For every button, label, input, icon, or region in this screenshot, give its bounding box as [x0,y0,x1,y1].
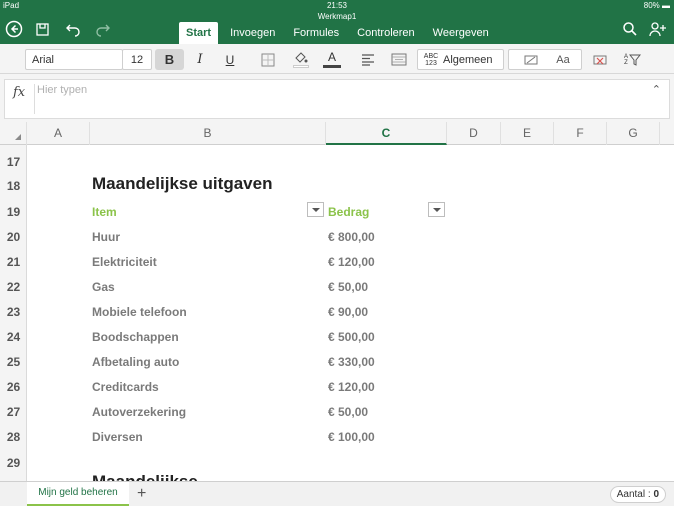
sort-filter-icon[interactable]: A Z [620,49,644,70]
select-all-triangle [15,134,21,140]
tab-formules[interactable]: Formules [287,22,345,44]
sheet-grid[interactable]: Maandelijkse uitgaven Item Bedrag Huur €… [27,145,674,481]
table-row-amount[interactable]: € 120,00 [328,380,375,394]
table-row-amount[interactable]: € 800,00 [328,230,375,244]
row-header-18[interactable]: 18 [0,179,26,193]
row-header-23[interactable]: 23 [0,305,26,319]
column-headers: A B C D E F G [0,122,674,145]
cell-style-icon [520,54,542,66]
cell-styles-box[interactable]: Aa [508,49,582,70]
next-table-title[interactable]: Maandelijkse... [92,472,212,481]
row-header-29[interactable]: 29 [0,456,26,470]
row-header-27[interactable]: 27 [0,405,26,419]
fill-color-icon[interactable] [290,49,312,70]
header-item[interactable]: Item [92,205,117,219]
tab-invoegen[interactable]: Invoegen [224,22,281,44]
table-row-item[interactable]: Creditcards [92,380,159,394]
font-name-box[interactable]: Arial [25,49,123,70]
table-row-amount[interactable]: € 120,00 [328,255,375,269]
fx-label: fx [13,85,26,100]
row-header-19[interactable]: 19 [0,205,26,219]
sheet-tab-bar: Mijn geld beheren + Aantal : 0 [0,481,674,506]
bold-button[interactable]: B [155,49,184,70]
delete-cells-icon[interactable] [590,49,610,70]
save-icon[interactable] [33,19,53,39]
excel-app: iPad 21:53 80% ▬ Werkmap1 Start Invoegen… [0,0,674,506]
column-header-d[interactable]: D [447,122,501,145]
table-row-amount[interactable]: € 100,00 [328,430,375,444]
search-icon[interactable] [620,19,640,39]
column-header-e[interactable]: E [501,122,554,145]
share-person-icon[interactable] [648,19,668,39]
number-format-box[interactable]: ABC 123 Algemeen [417,49,504,70]
borders-icon[interactable] [258,49,278,70]
table-row-item[interactable]: Boodschappen [92,330,179,344]
formula-input[interactable]: Hier typen [37,84,87,96]
sheet-tab-mijn-geld-beheren[interactable]: Mijn geld beheren [27,482,129,506]
count-indicator: Aantal : 0 [609,486,666,503]
column-header-b[interactable]: B [90,122,326,145]
row-header-24[interactable]: 24 [0,330,26,344]
number-format-label: Algemeen [443,53,493,66]
table-row-item[interactable]: Huur [92,230,120,244]
home-toolbar: Arial 12 B I U A ABC 123 Algemeen Aa A Z [0,44,674,74]
tab-start[interactable]: Start [179,22,219,44]
row-header-28[interactable]: 28 [0,430,26,444]
table-row-item[interactable]: Diversen [92,430,143,444]
clock: 21:53 [326,1,348,10]
column-header-g[interactable]: G [607,122,660,145]
styles-label: Aa [556,53,570,66]
formula-divider [34,84,35,114]
column-header-c[interactable]: C [326,122,447,145]
table-row-amount[interactable]: € 50,00 [328,405,368,419]
count-value: 0 [653,489,659,500]
filter-dropdown-icon[interactable] [428,202,445,217]
count-label: Aantal : [616,489,651,500]
table-row-item[interactable]: Mobiele telefoon [92,305,187,319]
number-format-icon: ABC 123 [423,52,439,67]
italic-button[interactable]: I [190,49,210,70]
redo-icon[interactable] [93,19,113,39]
tab-controleren[interactable]: Controleren [351,22,420,44]
add-sheet-button[interactable]: + [137,484,146,504]
header-amount[interactable]: Bedrag [328,205,369,219]
row-header-22[interactable]: 22 [0,280,26,294]
table-row-item[interactable]: Autoverzekering [92,405,186,419]
battery-status: 80% ▬ [643,1,670,10]
align-icon[interactable] [358,49,378,70]
undo-icon[interactable] [63,19,83,39]
formula-bar: fx Hier typen ⌃ [4,79,670,119]
table-row-amount[interactable]: € 90,00 [328,305,368,319]
font-color-icon[interactable]: A [322,49,342,70]
back-icon[interactable] [4,19,24,39]
table-row-item[interactable]: Gas [92,280,115,294]
font-size-box[interactable]: 12 [122,49,152,70]
table-row-amount[interactable]: € 500,00 [328,330,375,344]
collapse-chevron-icon[interactable]: ⌃ [652,83,661,96]
row-header-17[interactable]: 17 [0,155,26,169]
column-header-a[interactable]: A [27,122,90,145]
ribbon-tabs: Start Invoegen Formules Controleren Weer… [179,22,501,44]
select-all-corner[interactable] [0,122,27,145]
table-row-amount[interactable]: € 330,00 [328,355,375,369]
merge-wrap-icon[interactable] [388,49,410,70]
row-header-21[interactable]: 21 [0,255,26,269]
row-header-26[interactable]: 26 [0,380,26,394]
column-header-f[interactable]: F [554,122,607,145]
underline-button[interactable]: U [220,49,240,70]
row-header-25[interactable]: 25 [0,355,26,369]
row-header-20[interactable]: 20 [0,230,26,244]
title-bar: iPad 21:53 80% ▬ Werkmap1 Start Invoegen… [0,0,674,44]
tab-weergeven[interactable]: Weergeven [427,22,495,44]
row-headers: 17 18 19 20 21 22 23 24 25 26 27 28 29 [0,145,27,481]
table-title[interactable]: Maandelijkse uitgaven [92,174,272,194]
table-row-item[interactable]: Afbetaling auto [92,355,179,369]
filter-dropdown-icon[interactable] [307,202,324,217]
battery-percentage: 80% [643,1,660,10]
table-row-amount[interactable]: € 50,00 [328,280,368,294]
table-row-item[interactable]: Elektriciteit [92,255,157,269]
